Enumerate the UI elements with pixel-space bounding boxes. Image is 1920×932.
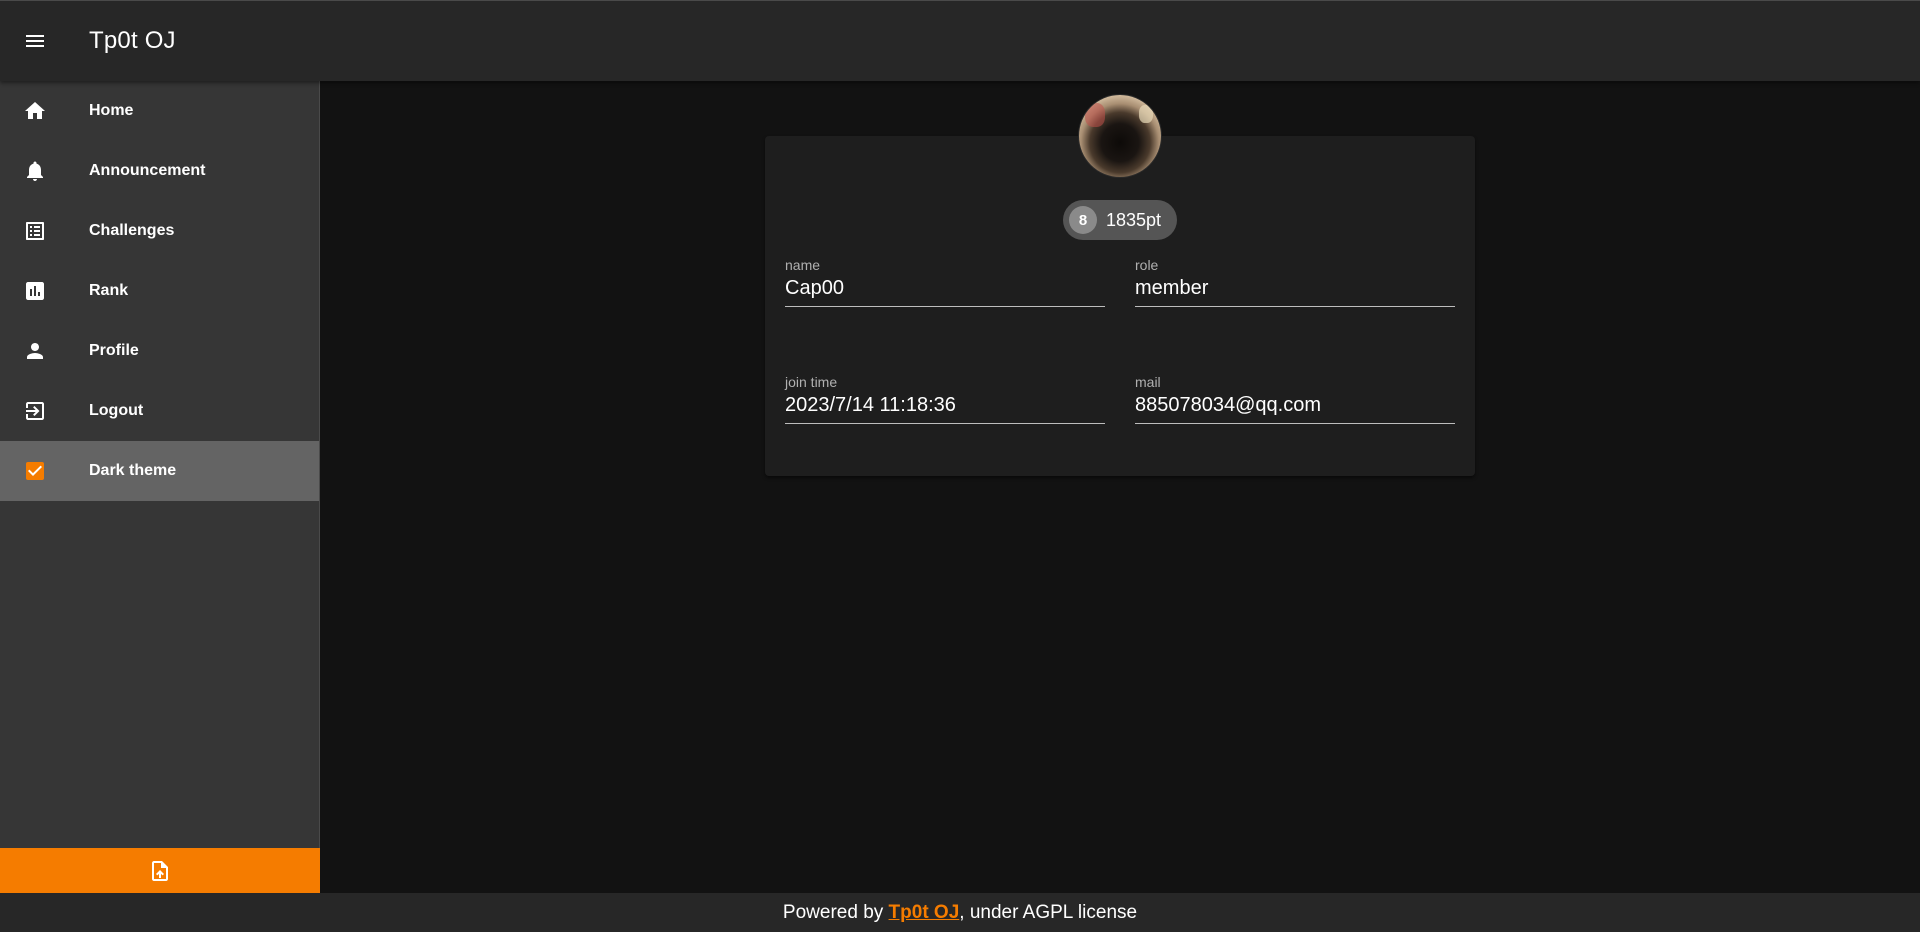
footer-prefix: Powered by <box>782 901 889 923</box>
mail-field[interactable]: mail 885078034@qq.com <box>1135 374 1455 424</box>
person-icon <box>0 321 70 381</box>
score-value: 1835pt <box>1106 209 1162 230</box>
navigation-drawer: Home Announcement Challenges Rank Profil… <box>0 81 320 893</box>
footer-link[interactable]: Tp0t OJ <box>889 902 960 924</box>
sidebar-item-logout[interactable]: Logout <box>0 381 319 441</box>
home-icon <box>0 81 70 141</box>
join-time-field[interactable]: join time 2023/7/14 11:18:36 <box>785 374 1105 424</box>
sidebar-item-home[interactable]: Home <box>0 81 319 141</box>
mail-label: mail <box>1135 374 1161 390</box>
sidebar-item-profile[interactable]: Profile <box>0 321 319 381</box>
sidebar-item-dark-theme[interactable]: Dark theme <box>0 441 319 501</box>
avatar <box>1079 95 1161 177</box>
list-icon <box>0 201 70 261</box>
sidebar-item-announcement[interactable]: Announcement <box>0 141 319 201</box>
sidebar-item-challenges[interactable]: Challenges <box>0 201 319 261</box>
footer: Powered by Tp0t OJ , under AGPL license <box>0 893 1920 932</box>
menu-icon <box>23 29 47 53</box>
sidebar-item-rank[interactable]: Rank <box>0 261 319 321</box>
sidebar-item-label: Announcement <box>89 162 206 179</box>
sidebar-item-label: Profile <box>89 342 139 359</box>
sidebar-item-label: Rank <box>89 282 129 299</box>
sidebar-item-label: Home <box>89 102 134 119</box>
menu-button[interactable] <box>0 1 70 82</box>
join-time-label: join time <box>785 374 838 390</box>
join-time-value: 2023/7/14 11:18:36 <box>785 394 956 416</box>
name-value: Cap00 <box>785 277 844 299</box>
sidebar-item-label: Challenges <box>89 222 175 239</box>
mail-value: 885078034@qq.com <box>1135 394 1321 416</box>
app-title: Tp0t OJ <box>89 27 176 54</box>
app-bar: Tp0t OJ <box>0 0 1920 81</box>
logout-icon <box>0 381 70 441</box>
main-content: 8 1835pt name Cap00 role member join tim… <box>320 81 1920 893</box>
role-field[interactable]: role member <box>1135 257 1455 307</box>
file-upload-icon <box>148 859 172 883</box>
score-chip: 8 1835pt <box>1063 200 1177 240</box>
profile-card: 8 1835pt name Cap00 role member join tim… <box>765 136 1475 476</box>
role-label: role <box>1135 257 1159 273</box>
name-label: name <box>785 257 821 273</box>
bell-icon <box>0 141 70 201</box>
name-field[interactable]: name Cap00 <box>785 257 1105 307</box>
upload-button[interactable] <box>0 848 320 893</box>
rank-badge: 8 <box>1069 206 1097 234</box>
sidebar-item-label: Dark theme <box>89 462 177 479</box>
role-value: member <box>1135 277 1209 299</box>
chart-icon <box>0 261 70 321</box>
sidebar-item-label: Logout <box>89 402 144 419</box>
checkbox-checked-icon[interactable] <box>0 441 70 501</box>
footer-suffix: , under AGPL license <box>959 901 1138 923</box>
